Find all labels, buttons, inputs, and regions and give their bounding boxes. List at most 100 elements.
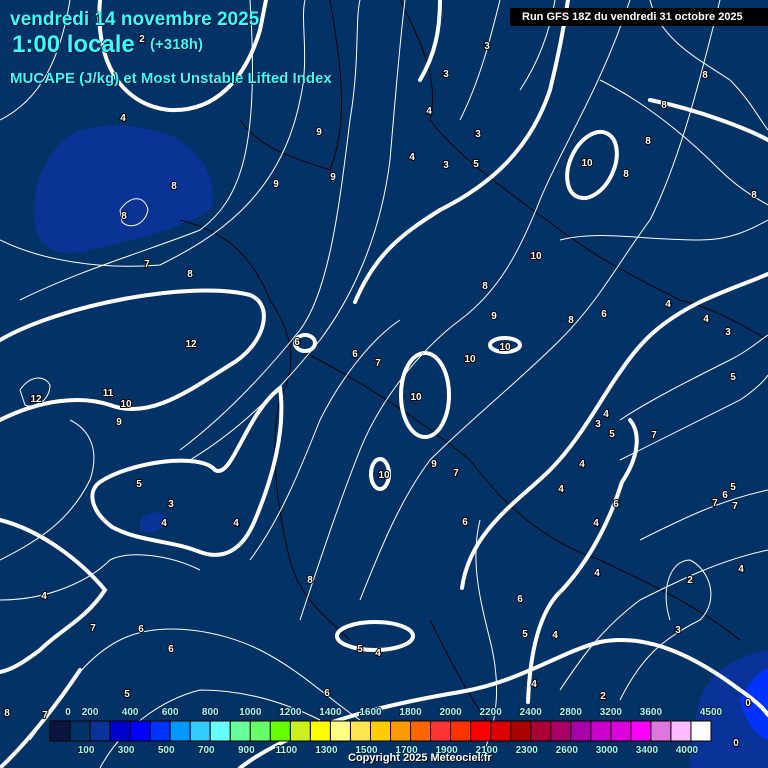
legend-swatch xyxy=(49,720,71,742)
contour-label: 9 xyxy=(273,179,279,190)
legend-swatch xyxy=(69,720,91,742)
contour-label: 4 xyxy=(552,630,558,641)
contour-label: 4 xyxy=(603,409,609,420)
legend-top-label: 2000 xyxy=(439,707,462,718)
contour-label: 11 xyxy=(103,388,114,399)
contour-label: 9 xyxy=(116,417,122,428)
legend-top-label: 4500 xyxy=(700,707,723,718)
legend-swatch xyxy=(249,720,271,742)
legend-swatch xyxy=(329,720,351,742)
contour-label: 8 xyxy=(187,269,193,280)
contour-label: 8 xyxy=(645,136,651,147)
contour-label: 4 xyxy=(579,459,585,470)
legend-swatch xyxy=(450,720,472,742)
legend-swatch xyxy=(169,720,191,742)
legend-bottom-label: 700 xyxy=(198,745,215,756)
forecast-offset: (+318h) xyxy=(150,36,203,53)
cape-area-northwest xyxy=(34,125,213,253)
legend-top-label: 1800 xyxy=(399,707,422,718)
contour-label: 3 xyxy=(475,129,481,140)
contour-label: 9 xyxy=(491,311,497,322)
contour-label: 8 xyxy=(307,575,313,586)
contour-label: 6 xyxy=(613,499,619,510)
contour-label: 4 xyxy=(161,518,167,529)
legend-swatch xyxy=(109,720,131,742)
legend-top-label: 0 xyxy=(65,707,71,718)
contour-label: 7 xyxy=(144,259,150,270)
legend-top-label: 600 xyxy=(162,707,179,718)
legend-swatch xyxy=(650,720,672,742)
contour-label: 10 xyxy=(378,470,390,481)
legend-bottom-label: 500 xyxy=(158,745,175,756)
contour-label: 10 xyxy=(120,399,132,410)
legend-swatch xyxy=(430,720,452,742)
contour-label: 8 xyxy=(661,100,667,111)
contour-label: 7 xyxy=(732,501,738,512)
contour-label: 7 xyxy=(712,498,718,509)
legend-swatch xyxy=(630,720,652,742)
contour-label: 6 xyxy=(168,644,174,655)
legend-swatch xyxy=(89,720,111,742)
contour-label: 7 xyxy=(42,710,48,721)
contour-label: 6 xyxy=(138,624,144,635)
legend-swatch xyxy=(670,720,692,742)
contour-label: 4 xyxy=(593,518,599,529)
legend-swatch xyxy=(349,720,371,742)
contour-label: 8 xyxy=(4,708,10,719)
contour-label: 4 xyxy=(594,568,600,579)
legend-bottom-label: 3000 xyxy=(596,745,619,756)
contour-line xyxy=(460,272,768,590)
contour-label: 5 xyxy=(730,372,736,383)
legend-bottom-label: 900 xyxy=(238,745,255,756)
contour-label: 10 xyxy=(410,392,422,403)
contour-label: 8 xyxy=(121,211,127,222)
legend-swatch xyxy=(189,720,211,742)
contour-label: 4 xyxy=(665,299,671,310)
thin-contours xyxy=(0,0,768,768)
legend-swatch xyxy=(309,720,331,742)
contour-line xyxy=(648,98,768,142)
forecast-date: vendredi 14 novembre 2025 xyxy=(10,9,260,30)
contour-label: 7 xyxy=(651,430,657,441)
legend-bottom-label: 1100 xyxy=(276,745,298,756)
legend-bottom-label: 2300 xyxy=(516,745,539,756)
legend-swatch xyxy=(510,720,532,742)
contour-label: 6 xyxy=(722,490,728,501)
contour-label: 7 xyxy=(90,623,96,634)
contour-label: 3 xyxy=(443,160,449,171)
contour-label: 3 xyxy=(443,69,449,80)
legend-swatch xyxy=(209,720,231,742)
legend-swatch xyxy=(470,720,492,742)
legend-bottom-label: 3400 xyxy=(636,745,659,756)
legend-top-label: 400 xyxy=(122,707,139,718)
contour-label: 4 xyxy=(409,152,415,163)
legend-swatch xyxy=(490,720,512,742)
legend-top-label: 3600 xyxy=(640,707,663,718)
contour-label: 9 xyxy=(431,459,437,470)
contour-label: 9 xyxy=(316,127,322,138)
contour-label: 4 xyxy=(41,591,47,602)
weather-map: 4 2 8 8 7 8 9 9 9 3 3 4 4 3 3 5 8 8 8 10 8 8 10 8 9 8 6 4 4 3 5 6 6 7 10 10… xyxy=(0,0,768,768)
contour-label: 4 xyxy=(426,106,432,117)
legend-swatch xyxy=(610,720,632,742)
contour-label: 8 xyxy=(171,181,177,192)
map-canvas: 428878999334433588810881089 864435667 1010… xyxy=(0,0,768,768)
legend-swatch xyxy=(590,720,612,742)
forecast-time: 1:00 locale xyxy=(12,31,135,58)
contour-label: 4 xyxy=(233,518,239,529)
contour-line xyxy=(418,0,442,82)
legend-top-label: 1600 xyxy=(359,707,382,718)
legend-swatch xyxy=(570,720,592,742)
contour-label: 3 xyxy=(484,41,490,52)
contour-label: 4 xyxy=(531,679,537,690)
contour-label: 5 xyxy=(730,482,736,493)
legend-swatch xyxy=(229,720,251,742)
contour-label: 2 xyxy=(139,34,145,45)
contour-label: 12 xyxy=(185,339,197,350)
contour-label: 10 xyxy=(464,354,476,365)
legend-swatch xyxy=(129,720,151,742)
contour-label: 5 xyxy=(136,479,142,490)
legend-swatch xyxy=(530,720,552,742)
contour-oval xyxy=(335,620,415,652)
legend-swatch xyxy=(269,720,291,742)
